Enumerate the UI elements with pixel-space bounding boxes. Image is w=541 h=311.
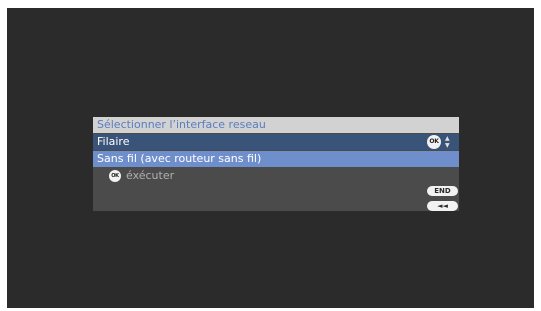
option-wireless-label: Sans fil (avec routeur sans fil) xyxy=(97,152,262,165)
up-down-arrows-icon: ▲ ▼ xyxy=(444,134,452,150)
hint-execute-label: éxécuter xyxy=(126,169,175,182)
option-wireless[interactable]: Sans fil (avec routeur sans fil) xyxy=(93,151,459,167)
option-wired[interactable]: Filaire OK ▲ ▼ xyxy=(93,134,459,150)
network-interface-dialog: Sélectionner l’interface reseau Filaire … xyxy=(93,117,459,211)
dialog-title: Sélectionner l’interface reseau xyxy=(97,118,266,131)
ok-icon: OK xyxy=(427,135,441,149)
arrow-down-icon: ▼ xyxy=(445,142,450,149)
dialog-title-bar: Sélectionner l’interface reseau xyxy=(93,117,459,133)
back-button[interactable]: ◄◄ xyxy=(427,201,458,211)
end-button[interactable]: END xyxy=(427,186,458,196)
option-wired-label: Filaire xyxy=(97,135,130,148)
tv-screen: Sélectionner l’interface reseau Filaire … xyxy=(7,8,534,308)
ok-icon: OK xyxy=(109,170,121,182)
